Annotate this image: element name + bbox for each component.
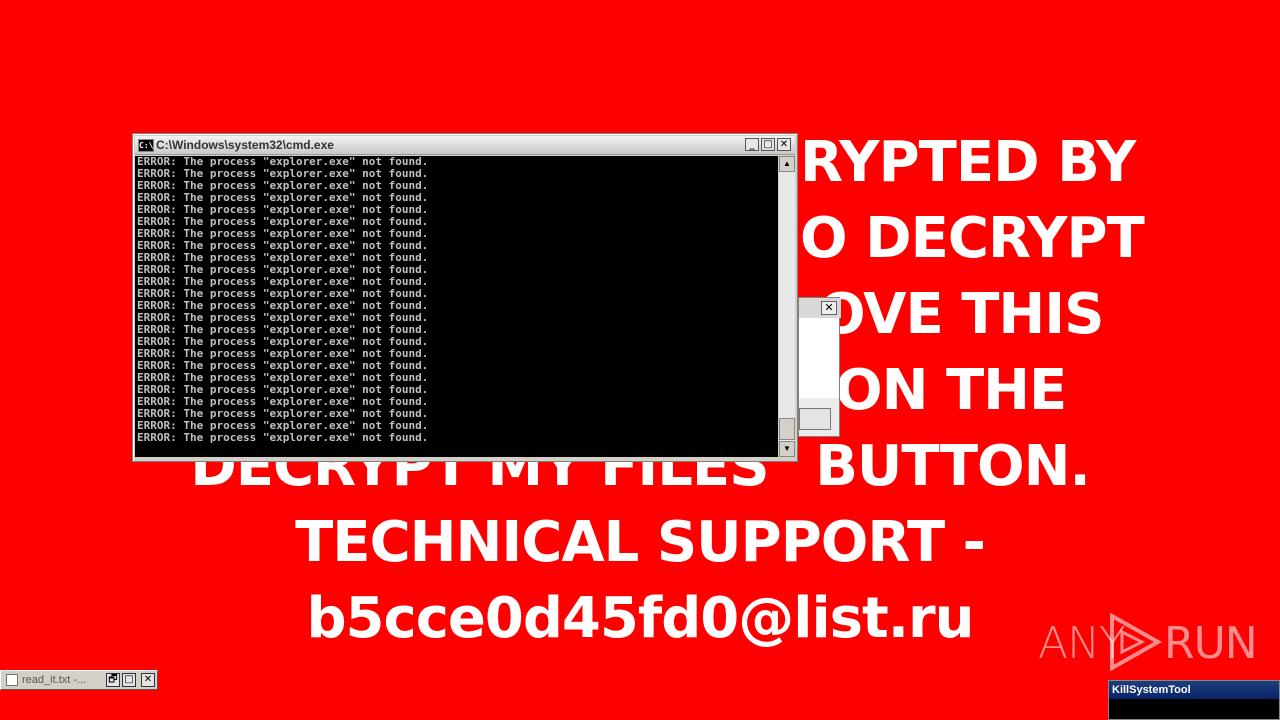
kill-system-tool-window[interactable]: KillSystemTool [1108,680,1280,720]
minimized-window-label: read_it.txt -... [22,674,87,686]
console-line: ERROR: The process "explorer.exe" not fo… [137,431,429,444]
notepad-icon [6,674,18,686]
watermark-right-text: RUN [1164,618,1258,669]
close-button[interactable]: ✕ [777,138,791,151]
play-icon [1110,612,1163,672]
maximize-button[interactable]: □ [122,673,136,687]
console-icon: C:\ [138,139,154,152]
restore-button[interactable]: 🗗 [106,673,120,687]
console-output[interactable]: ERROR: The process "explorer.exe" not fo… [135,156,778,457]
scroll-thumb[interactable] [779,418,795,440]
background-dialog[interactable]: ✕ [798,297,841,437]
kill-tool-title[interactable]: KillSystemTool [1109,681,1279,699]
anyrun-watermark: ANY RUN [1038,612,1258,672]
cmd-title: C:\Windows\system32\cmd.exe [156,138,334,152]
maximize-button[interactable]: □ [761,138,775,151]
cmd-titlebar[interactable]: C:\ C:\Windows\system32\cmd.exe _ □ ✕ [135,136,795,155]
close-button[interactable]: ✕ [141,673,155,687]
minimized-window-read-it[interactable]: read_it.txt -... 🗗 □ ✕ [0,670,158,690]
scroll-down-arrow-icon[interactable]: ▼ [779,441,795,457]
vertical-scrollbar[interactable]: ▲ ▼ [779,156,795,457]
cmd-window[interactable]: C:\ C:\Windows\system32\cmd.exe _ □ ✕ ER… [132,133,798,462]
scroll-up-arrow-icon[interactable]: ▲ [779,156,795,172]
dialog-close-button[interactable]: ✕ [821,301,837,315]
minimize-button[interactable]: _ [745,138,759,151]
ransom-line-6: TECHNICAL SUPPORT - [295,510,986,575]
dialog-button[interactable] [799,408,831,430]
